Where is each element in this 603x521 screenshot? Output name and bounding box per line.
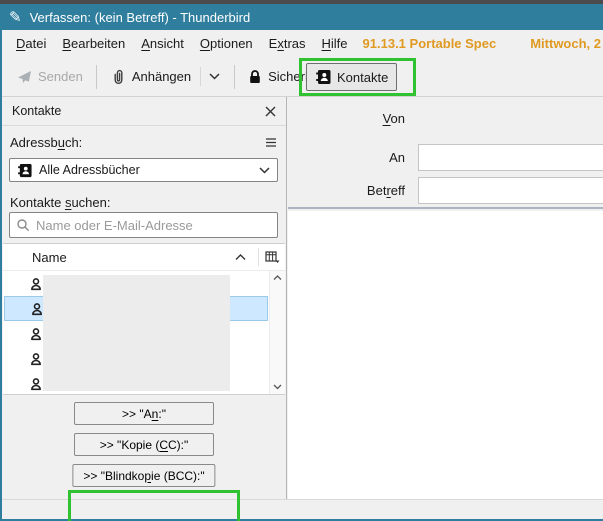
sidebar-title: Kontakte (12, 104, 62, 118)
menubar: Datei Bearbeiten Ansicht Optionen Extras… (0, 30, 603, 57)
close-sidebar-icon[interactable] (265, 106, 276, 117)
window-border-left (0, 30, 2, 521)
person-icon (29, 352, 43, 366)
to-input[interactable] (418, 144, 603, 171)
send-button[interactable]: Senden (12, 64, 87, 90)
contacts-toggle-button[interactable]: Kontakte (306, 63, 398, 91)
contacts-sidebar: Kontakte Adressbuch: Alle Adressbücher K… (2, 97, 287, 521)
to-row: An (288, 144, 603, 171)
add-to-recipient-button[interactable]: >> "An:" (74, 402, 214, 425)
menu-datei[interactable]: Datei (8, 33, 54, 54)
paperclip-icon (110, 68, 126, 85)
subject-row: Betreff (288, 177, 603, 204)
sidebar-header: Kontakte (2, 97, 286, 126)
chevron-down-icon (259, 166, 270, 174)
toolbar-separator (234, 64, 236, 89)
addressbook-icon (315, 69, 332, 85)
attach-label: Anhängen (131, 69, 192, 84)
search-label: Kontakte suchen: (10, 195, 111, 210)
scroll-up-icon[interactable] (273, 275, 282, 281)
thunderbird-compose-window: ✎ Verfassen: (kein Betreff) - Thunderbir… (0, 0, 603, 521)
chevron-down-icon (209, 73, 220, 80)
compose-area: Von An Betreff (288, 97, 603, 499)
redacted-names-block (43, 275, 230, 391)
message-body[interactable] (288, 211, 603, 499)
date-info: Mittwoch, 2 (530, 36, 601, 51)
menu-optionen[interactable]: Optionen (192, 33, 261, 54)
list-scrollbar[interactable] (269, 271, 285, 394)
addressbook-select[interactable]: Alle Adressbücher (9, 158, 278, 182)
column-picker-icon[interactable] (259, 250, 285, 264)
menu-hilfe[interactable]: Hilfe (314, 33, 356, 54)
name-column-header[interactable]: Name (3, 250, 235, 265)
person-icon (29, 377, 43, 391)
search-icon (16, 218, 30, 232)
menu-extras[interactable]: Extras (261, 33, 314, 54)
contact-search-input[interactable] (36, 217, 271, 233)
overlay-info: 91.13.1 Portable Spec Mittwoch, 2 (363, 36, 603, 51)
scroll-down-icon[interactable] (273, 384, 282, 390)
addressbook-label: Adressbuch: (10, 134, 83, 150)
menu-ansicht[interactable]: Ansicht (133, 33, 192, 54)
send-icon (16, 69, 32, 85)
compose-header: Von An Betreff (288, 97, 603, 209)
contact-list: Name (3, 243, 285, 395)
attach-dropdown-button[interactable] (200, 67, 225, 86)
statusbar (0, 499, 603, 519)
version-info: 91.13.1 Portable Spec (362, 36, 497, 51)
menu-bearbeiten[interactable]: Bearbeiten (54, 33, 133, 54)
toolbar-separator (95, 64, 97, 89)
person-icon (30, 302, 44, 316)
person-icon (29, 327, 43, 341)
from-row: Von (288, 109, 603, 127)
add-cc-recipient-button[interactable]: >> "Kopie (CC):" (74, 433, 214, 456)
lock-icon (248, 69, 262, 85)
contact-rows (3, 271, 285, 394)
subject-label: Betreff (366, 183, 405, 198)
addressbook-selected-value: Alle Adressbücher (39, 163, 140, 177)
contacts-label: Kontakte (337, 69, 389, 85)
addressbook-label-row: Adressbuch: (10, 133, 277, 151)
compose-pencil-icon: ✎ (9, 8, 22, 26)
sort-ascending-icon (235, 253, 246, 261)
search-box (9, 212, 278, 238)
person-icon (29, 277, 43, 291)
window-title: Verfassen: (kein Betreff) - Thunderbird (29, 9, 251, 25)
addressbook-icon (17, 163, 33, 178)
compose-toolbar: Senden Anhängen Sicherheit Kontakte (0, 57, 603, 97)
attach-button[interactable]: Anhängen (106, 63, 195, 90)
add-bcc-recipient-button[interactable]: >> "Blindkopie (BCC):" (72, 464, 216, 487)
from-label[interactable]: Von (288, 111, 418, 126)
subject-input[interactable] (418, 177, 603, 204)
send-label: Senden (38, 69, 83, 84)
addressbook-menu-icon[interactable] (265, 137, 277, 147)
contact-list-header[interactable]: Name (3, 244, 285, 271)
titlebar: ✎ Verfassen: (kein Betreff) - Thunderbir… (0, 4, 603, 30)
to-label[interactable]: An (288, 150, 418, 165)
